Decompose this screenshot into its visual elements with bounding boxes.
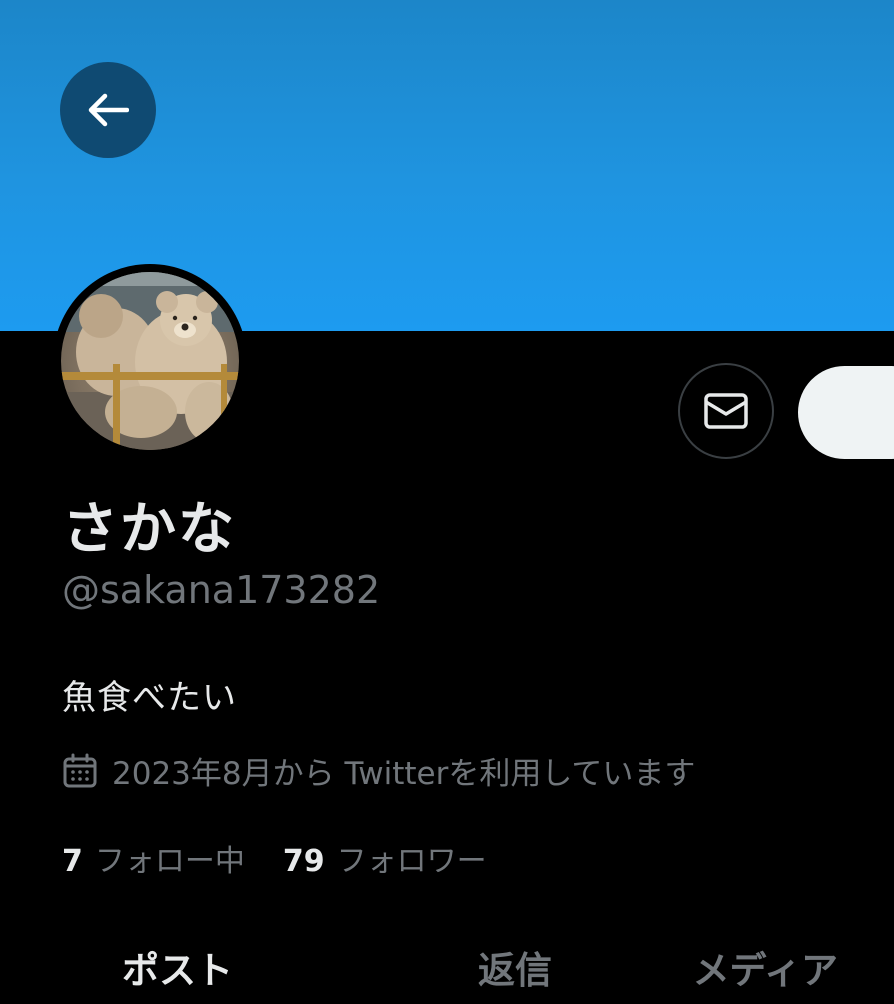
follow-stats: 7 フォロー中 79 フォロワー (62, 836, 487, 880)
followers-label: フォロワー (336, 844, 487, 879)
bio: 魚食べたい (62, 678, 237, 718)
user-handle: @sakana173282 (62, 568, 381, 612)
profile-page: さかな @sakana173282 魚食べたい 2023年8月から Twitte… (0, 0, 894, 1004)
message-button[interactable] (678, 363, 774, 459)
avatar-image (61, 272, 239, 450)
tab-media[interactable]: メディア (623, 936, 894, 1004)
following-link[interactable]: 7 フォロー中 (62, 836, 245, 880)
envelope-icon (704, 393, 748, 429)
tab-posts[interactable]: ポスト (0, 936, 337, 1004)
avatar[interactable] (53, 264, 247, 458)
followers-count: 79 (282, 844, 325, 879)
back-button[interactable] (60, 62, 156, 158)
join-date-text: 2023年8月から Twitterを利用しています (112, 756, 696, 792)
profile-tabs: ポスト 返信 メディア (0, 936, 894, 1004)
arrow-left-icon (88, 93, 129, 127)
followers-link[interactable]: 79 フォロワー (283, 836, 487, 880)
display-name: さかな (62, 497, 236, 562)
following-label: フォロー中 (94, 844, 245, 879)
tab-replies[interactable]: 返信 (337, 936, 622, 1004)
follow-button[interactable] (798, 366, 894, 459)
join-date: 2023年8月から Twitterを利用しています (62, 748, 695, 793)
following-count: 7 (62, 844, 83, 879)
calendar-icon (63, 753, 97, 787)
